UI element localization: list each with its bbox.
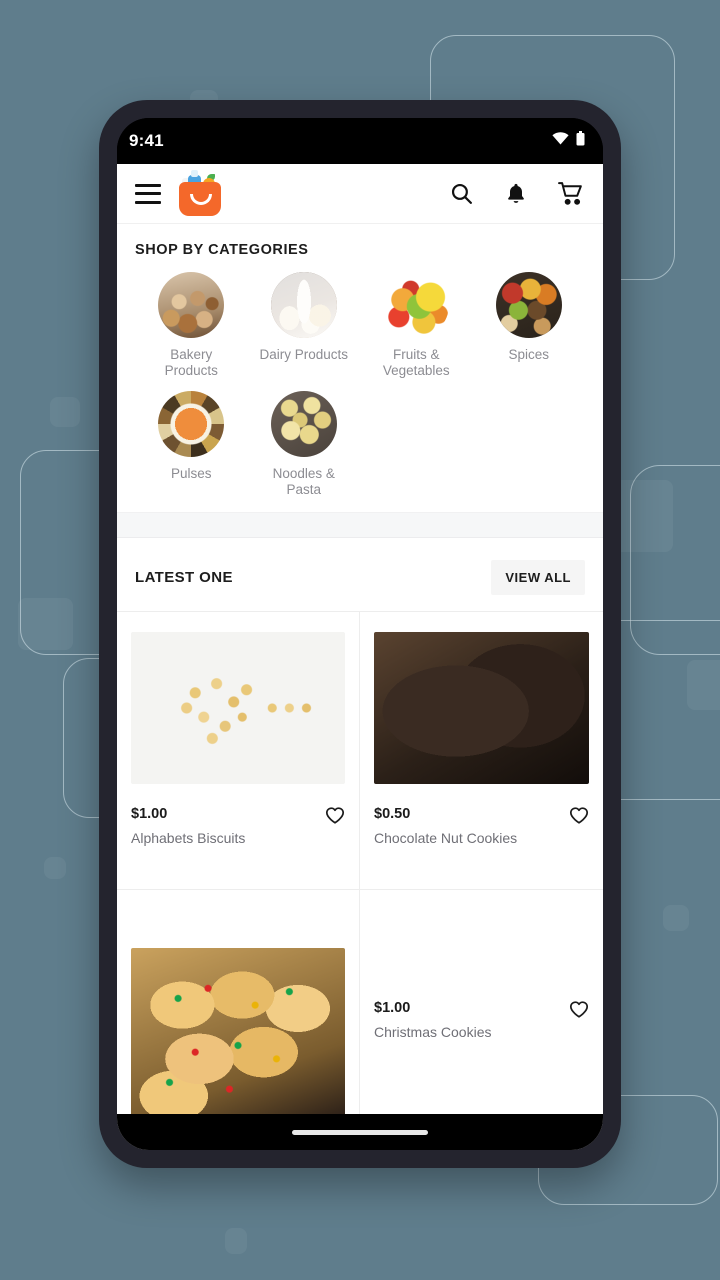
app-bar: [117, 164, 603, 224]
home-indicator-bar[interactable]: [292, 1129, 428, 1135]
shop-by-categories-section: SHOP BY CATEGORIES Bakery Products Dairy…: [117, 224, 603, 512]
phone-mockup-frame: 9:41 SHOP BY CATEGORIES Bakery Products …: [99, 100, 621, 1168]
category-item-dairy-products[interactable]: Dairy Products: [248, 272, 361, 387]
background-filled-shape: [663, 905, 689, 931]
spices-photo: [495, 272, 562, 338]
product-card-details[interactable]: $1.00 Christmas Cookies: [360, 890, 603, 1114]
search-icon[interactable]: [449, 181, 474, 206]
system-navigation-bar: [117, 1114, 603, 1150]
latest-one-section: LATEST ONE VIEW ALL $1.00 Alphabets Bisc…: [117, 538, 603, 1114]
category-label: Noodles & Pasta: [272, 465, 335, 497]
product-meta: $1.00 Christmas Cookies: [374, 1000, 589, 1040]
background-filled-shape: [18, 598, 73, 650]
product-card[interactable]: [117, 889, 360, 1114]
background-filled-shape: [687, 660, 720, 710]
shopping-bag-logo-icon[interactable]: [177, 169, 223, 217]
latest-one-header: LATEST ONE VIEW ALL: [117, 538, 603, 611]
category-item-spices[interactable]: Spices: [473, 272, 586, 387]
dairy-products-photo: [270, 272, 337, 338]
background-filled-shape: [44, 857, 66, 879]
alphabet-biscuits-photo: [131, 631, 345, 784]
category-label: Pulses: [170, 465, 212, 481]
battery-icon: [576, 131, 585, 151]
product-price: $1.00: [131, 805, 168, 822]
product-meta: $0.50 Chocolate Nut Cookies: [374, 806, 589, 846]
status-bar-time: 9:41: [129, 131, 164, 150]
noodles-pasta-photo: [270, 390, 337, 457]
phone-screen: 9:41 SHOP BY CATEGORIES Bakery Products …: [117, 118, 603, 1150]
category-label: Fruits & Vegetables: [382, 347, 450, 378]
scrollable-content[interactable]: SHOP BY CATEGORIES Bakery Products Dairy…: [117, 224, 603, 1114]
shop-by-categories-title: SHOP BY CATEGORIES: [135, 242, 309, 258]
app-bar-actions: [449, 181, 585, 206]
pulses-photo: [158, 390, 225, 457]
bakery-products-photo: [158, 272, 225, 338]
shopping-cart-icon[interactable]: [558, 181, 585, 206]
view-all-button[interactable]: VIEW ALL: [491, 559, 585, 595]
fruits-vegetables-photo: [383, 272, 450, 338]
category-item-fruits-vegetables[interactable]: Fruits & Vegetables: [360, 272, 473, 387]
product-card[interactable]: $0.50 Chocolate Nut Cookies: [360, 612, 603, 890]
category-grid: Bakery Products Dairy Products Fruits & …: [135, 272, 585, 506]
status-bar-icons: [552, 131, 585, 151]
product-name: Alphabets Biscuits: [131, 829, 246, 846]
wifi-icon: [552, 132, 569, 150]
category-label: Dairy Products: [259, 347, 349, 362]
christmas-cookies-photo: [131, 948, 345, 1114]
background-filled-shape: [50, 397, 80, 427]
heart-outline-icon[interactable]: [569, 1000, 589, 1019]
category-label: Spices: [508, 347, 550, 362]
bell-icon[interactable]: [504, 181, 528, 206]
product-price: $1.00: [374, 1000, 411, 1017]
heart-outline-icon[interactable]: [569, 806, 589, 825]
category-label: Bakery Products: [164, 347, 218, 378]
section-divider-band: [117, 511, 603, 538]
status-bar: 9:41: [117, 118, 603, 164]
category-item-pulses[interactable]: Pulses: [135, 390, 248, 506]
latest-one-title: LATEST ONE: [135, 568, 233, 586]
heart-outline-icon[interactable]: [325, 806, 345, 825]
product-meta: $1.00 Alphabets Biscuits: [131, 806, 345, 846]
product-grid: $1.00 Alphabets Biscuits $0.50 Chocolate…: [117, 610, 603, 1114]
product-card[interactable]: $1.00 Alphabets Biscuits: [117, 611, 360, 890]
app-screen: SHOP BY CATEGORIES Bakery Products Dairy…: [117, 164, 603, 1150]
chocolate-nut-cookies-photo: [374, 631, 589, 784]
category-item-noodles-pasta[interactable]: Noodles & Pasta: [248, 390, 361, 506]
product-name: Christmas Cookies: [374, 1024, 492, 1041]
background-filled-shape: [225, 1228, 247, 1254]
hamburger-menu-icon[interactable]: [135, 183, 161, 204]
product-price: $0.50: [374, 805, 411, 822]
category-item-bakery-products[interactable]: Bakery Products: [135, 272, 248, 387]
product-name: Chocolate Nut Cookies: [374, 829, 518, 846]
